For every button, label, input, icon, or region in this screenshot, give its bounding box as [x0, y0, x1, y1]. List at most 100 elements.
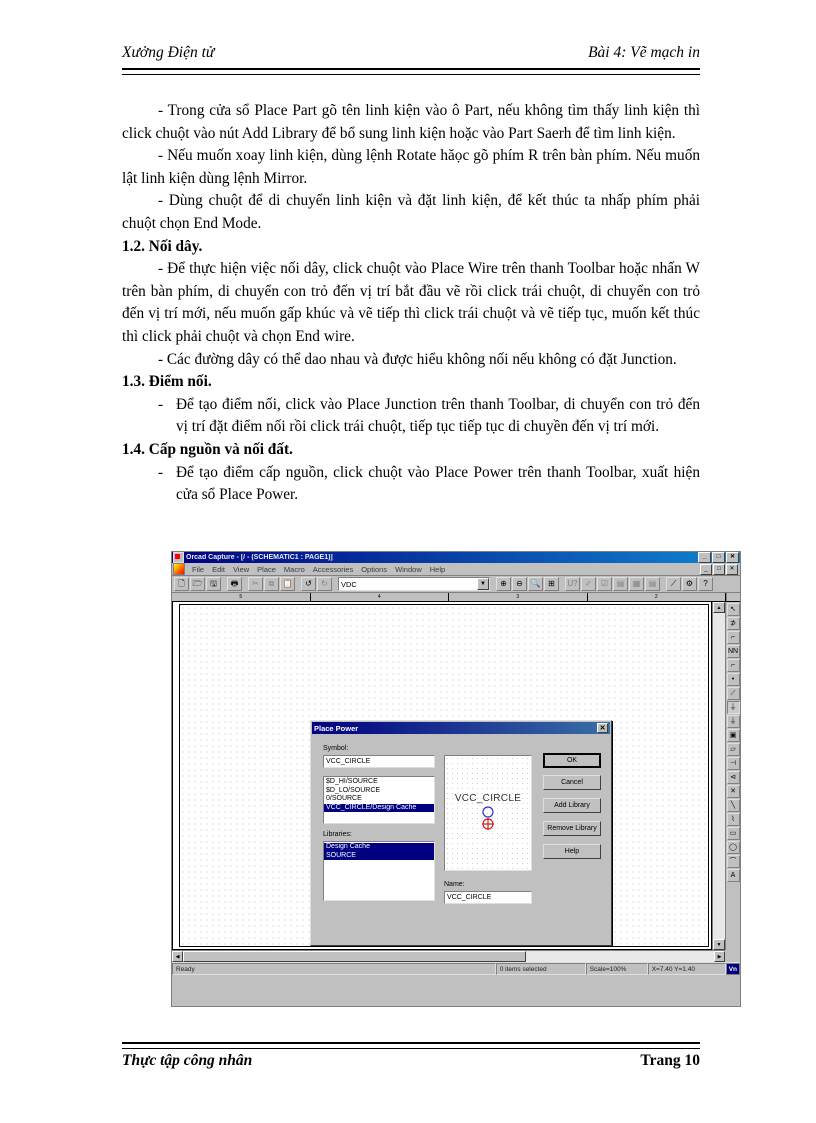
status-ready: Ready [172, 963, 496, 975]
document-page: Xưởng Điện tử Bài 4: Vẽ mạch in - Trong … [0, 0, 816, 1123]
scroll-right-button[interactable]: ▶ [714, 951, 725, 962]
symbol-input[interactable]: VCC_CIRCLE [323, 755, 435, 768]
open-folder-icon[interactable]: 🗁 [190, 577, 205, 591]
running-footer: Thực tập công nhân Trang 10 [122, 1052, 700, 1070]
footer-rule [122, 1042, 700, 1049]
bill-of-materials-icon[interactable]: ▤ [645, 577, 660, 591]
child-minimize-button[interactable]: _ [700, 563, 712, 575]
menu-help[interactable]: Help [426, 565, 449, 574]
create-netlist-icon[interactable]: ▤ [613, 577, 628, 591]
new-file-icon[interactable]: 🗋 [174, 577, 189, 591]
remove-library-button[interactable]: Remove Library [543, 821, 601, 836]
place-pin-icon[interactable]: ⊣ [726, 757, 740, 770]
place-arc-icon[interactable]: ⌒ [726, 855, 740, 868]
vertical-scroll-track[interactable] [713, 613, 725, 939]
place-ellipse-icon[interactable]: ◯ [726, 841, 740, 854]
work-area: Place Power ✕ Symbol: VCC_CIRCLE $D_HI/S… [172, 602, 740, 950]
snap-to-grid-icon[interactable]: ⟋ [666, 577, 681, 591]
horizontal-scroll-track[interactable] [525, 951, 714, 962]
close-icon[interactable]: ✕ [597, 723, 608, 733]
add-library-button[interactable]: Add Library [543, 798, 601, 813]
place-offpage-connector-icon[interactable]: ⊲ [726, 771, 740, 784]
undo-icon[interactable]: ↺ [301, 577, 316, 591]
symbol-label: Symbol: [323, 745, 349, 752]
part-combo-box[interactable]: VDC ▼ [338, 577, 490, 591]
list-item-selected[interactable]: VCC_CIRCLE/Design Cache [324, 803, 434, 812]
menu-place[interactable]: Place [253, 565, 280, 574]
place-polyline-icon[interactable]: ⌇ [726, 813, 740, 826]
ruler-tick-2: 2 [588, 593, 726, 601]
chevron-down-icon[interactable]: ▼ [477, 578, 489, 590]
place-ground-icon[interactable]: ⏚ [726, 715, 740, 728]
horizontal-scrollbar[interactable]: ◀ ▶ [172, 950, 725, 962]
symbol-list[interactable]: $D_HI/SOURCE $D_LO/SOURCE 0/SOURCE VCC_C… [323, 776, 435, 824]
cross-reference-icon[interactable]: ▦ [629, 577, 644, 591]
place-net-alias-icon[interactable]: NN [726, 645, 740, 658]
menu-window[interactable]: Window [391, 565, 426, 574]
footer-left: Thực tập công nhân [122, 1052, 253, 1069]
ok-button[interactable]: OK [543, 753, 601, 768]
menu-macro[interactable]: Macro [280, 565, 309, 574]
list-item[interactable]: $D_LO/SOURCE [324, 787, 434, 796]
list-item-selected[interactable]: Design Cache [324, 843, 434, 852]
print-icon[interactable]: 🖶 [227, 577, 242, 591]
menu-accessories[interactable]: Accessories [309, 565, 357, 574]
schematic-canvas[interactable]: Place Power ✕ Symbol: VCC_CIRCLE $D_HI/S… [172, 602, 712, 950]
place-no-connect-icon[interactable]: ✕ [726, 785, 740, 798]
app-title: Orcad Capture - [/ - (SCHEMATIC1 : PAGE1… [186, 554, 333, 561]
ruler-tick-5: 5 [172, 593, 311, 601]
cut-icon[interactable]: ✂ [248, 577, 263, 591]
place-part-icon[interactable]: ⊅ [726, 617, 740, 630]
place-power-icon[interactable]: ⏚ [726, 701, 740, 714]
zoom-in-icon[interactable]: ⊕ [496, 577, 511, 591]
minimize-button[interactable]: _ [698, 552, 711, 563]
scroll-left-button[interactable]: ◀ [172, 951, 183, 962]
place-rectangle-icon[interactable]: ▭ [726, 827, 740, 840]
scroll-up-button[interactable]: ▲ [713, 602, 725, 613]
list-item-selected[interactable]: SOURCE [324, 851, 434, 860]
scroll-down-button[interactable]: ▼ [713, 939, 725, 950]
place-hierarchical-block-icon[interactable]: ▣ [726, 729, 740, 742]
child-restore-button[interactable]: □ [713, 563, 725, 575]
list-item[interactable]: 0/SOURCE [324, 795, 434, 804]
design-rules-icon[interactable]: ☑ [597, 577, 612, 591]
menu-options[interactable]: Options [357, 565, 391, 574]
place-text-icon[interactable]: A [726, 869, 740, 882]
backannotate-icon[interactable]: ✓ [581, 577, 596, 591]
list-item[interactable]: $D_HI/SOURCE [324, 778, 434, 787]
name-input[interactable]: VCC_CIRCLE [444, 891, 532, 904]
place-line-icon[interactable]: ╲ [726, 799, 740, 812]
close-button[interactable]: ✕ [726, 552, 739, 563]
copy-icon[interactable]: ⧉ [264, 577, 279, 591]
project-manager-icon[interactable]: ⚙ [682, 577, 697, 591]
ruler-tick-3: 3 [449, 593, 588, 601]
bullet-text-1: Để tạo điểm nối, click vào Place Junctio… [176, 395, 700, 436]
redo-icon[interactable]: ↻ [317, 577, 332, 591]
select-tool-icon[interactable]: ↖ [726, 603, 740, 616]
zoom-all-icon[interactable]: ⊞ [544, 577, 559, 591]
help-icon[interactable]: ? [698, 577, 713, 591]
menu-view[interactable]: View [229, 565, 253, 574]
place-bus-icon[interactable]: ⌐ [726, 659, 740, 672]
menu-edit[interactable]: Edit [208, 565, 229, 574]
help-button[interactable]: Help [543, 844, 601, 859]
horizontal-scroll-thumb[interactable] [183, 951, 526, 962]
cancel-button[interactable]: Cancel [543, 775, 601, 790]
zoom-out-icon[interactable]: ⊖ [512, 577, 527, 591]
place-bus-entry-icon[interactable]: ⟋ [726, 687, 740, 700]
vertical-scrollbar[interactable]: ▲ ▼ [712, 602, 725, 950]
libraries-list[interactable]: Design Cache SOURCE [323, 841, 435, 901]
annotate-icon[interactable]: U? [565, 577, 580, 591]
place-port-icon[interactable]: ▱ [726, 743, 740, 756]
libraries-label: Libraries: [323, 831, 352, 838]
place-wire-icon[interactable]: ⌐ [726, 631, 740, 644]
place-power-dialog: Place Power ✕ Symbol: VCC_CIRCLE $D_HI/S… [310, 720, 612, 946]
ime-indicator[interactable]: Vn [725, 963, 740, 975]
paste-icon[interactable]: 📋 [280, 577, 295, 591]
child-close-button[interactable]: ✕ [726, 563, 738, 575]
menu-file[interactable]: File [188, 565, 208, 574]
zoom-area-icon[interactable]: 🔍 [528, 577, 543, 591]
save-icon[interactable]: 🖫 [206, 577, 221, 591]
maximize-button[interactable]: □ [712, 552, 725, 563]
place-junction-icon[interactable]: • [726, 673, 740, 686]
